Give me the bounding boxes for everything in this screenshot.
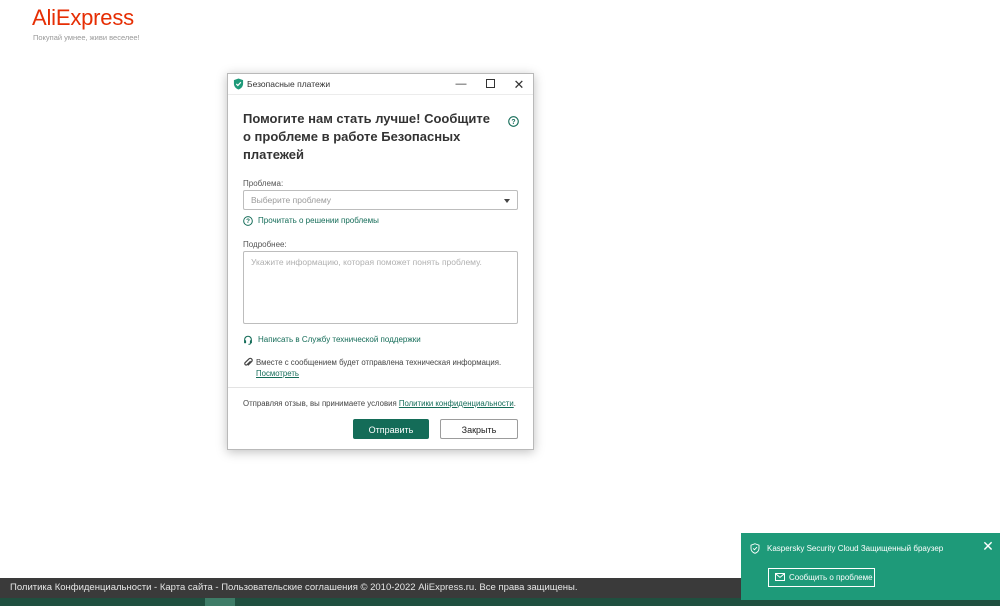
problem-select-placeholder: Выберите проблему (251, 195, 332, 205)
kaspersky-notification: Kaspersky Security Cloud Защищенный брау… (741, 533, 1000, 600)
notification-title: Kaspersky Security Cloud Защищенный брау… (767, 544, 944, 553)
problem-label: Проблема: (243, 179, 284, 188)
safe-payments-feedback-dialog: Безопасные платежи — ✕ Помогите нам стат… (227, 73, 534, 450)
privacy-prefix: Отправляя отзыв, вы принимаете условия (243, 399, 399, 408)
shield-check-icon (233, 78, 244, 90)
privacy-suffix: . (513, 399, 516, 408)
close-button[interactable]: Закрыть (440, 419, 518, 439)
svg-text:?: ? (246, 218, 250, 225)
maximize-button[interactable] (476, 74, 504, 95)
window-close-button[interactable]: ✕ (505, 74, 533, 95)
problem-select[interactable]: Выберите проблему (243, 190, 518, 210)
taskbar-active-item[interactable] (205, 598, 235, 606)
send-button[interactable]: Отправить (353, 419, 429, 439)
envelope-icon (775, 573, 785, 581)
details-label: Подробнее: (243, 240, 287, 249)
privacy-policy-link[interactable]: Политики конфиденциальности (399, 399, 514, 408)
chevron-down-icon (504, 199, 510, 203)
shield-check-icon (750, 543, 760, 554)
dialog-heading: Помогите нам стать лучше! Сообщите о про… (243, 111, 490, 162)
aliexpress-logo[interactable]: AliExpress (32, 5, 134, 31)
question-circle-icon: ? (243, 216, 253, 226)
paperclip-icon (244, 357, 253, 366)
support-link-text[interactable]: Написать в Службу технической поддержки (258, 334, 421, 346)
details-textarea[interactable] (243, 251, 518, 324)
close-icon[interactable]: ✕ (981, 539, 995, 553)
minimize-button[interactable]: — (447, 74, 475, 95)
aliexpress-tagline: Покупай умнее, живи веселее! (33, 33, 140, 42)
question-circle-icon[interactable]: ? (508, 116, 519, 127)
dialog-titlebar[interactable]: Безопасные платежи — ✕ (228, 74, 533, 95)
svg-text:?: ? (511, 119, 515, 126)
dialog-title: Безопасные платежи (247, 79, 331, 89)
view-tech-info-link[interactable]: Посмотреть (256, 368, 299, 380)
read-solution-link-text[interactable]: Прочитать о решении проблемы (258, 215, 379, 227)
footer-divider (228, 387, 533, 388)
report-problem-button[interactable]: Сообщить о проблеме (768, 568, 875, 587)
report-problem-label: Сообщить о проблеме (789, 573, 873, 582)
headset-icon (244, 335, 252, 345)
maximize-icon (485, 78, 495, 88)
privacy-notice: Отправляя отзыв, вы принимаете условия П… (243, 399, 516, 408)
footer-links[interactable]: Политика Конфиденциальности - Карта сайт… (10, 582, 577, 593)
